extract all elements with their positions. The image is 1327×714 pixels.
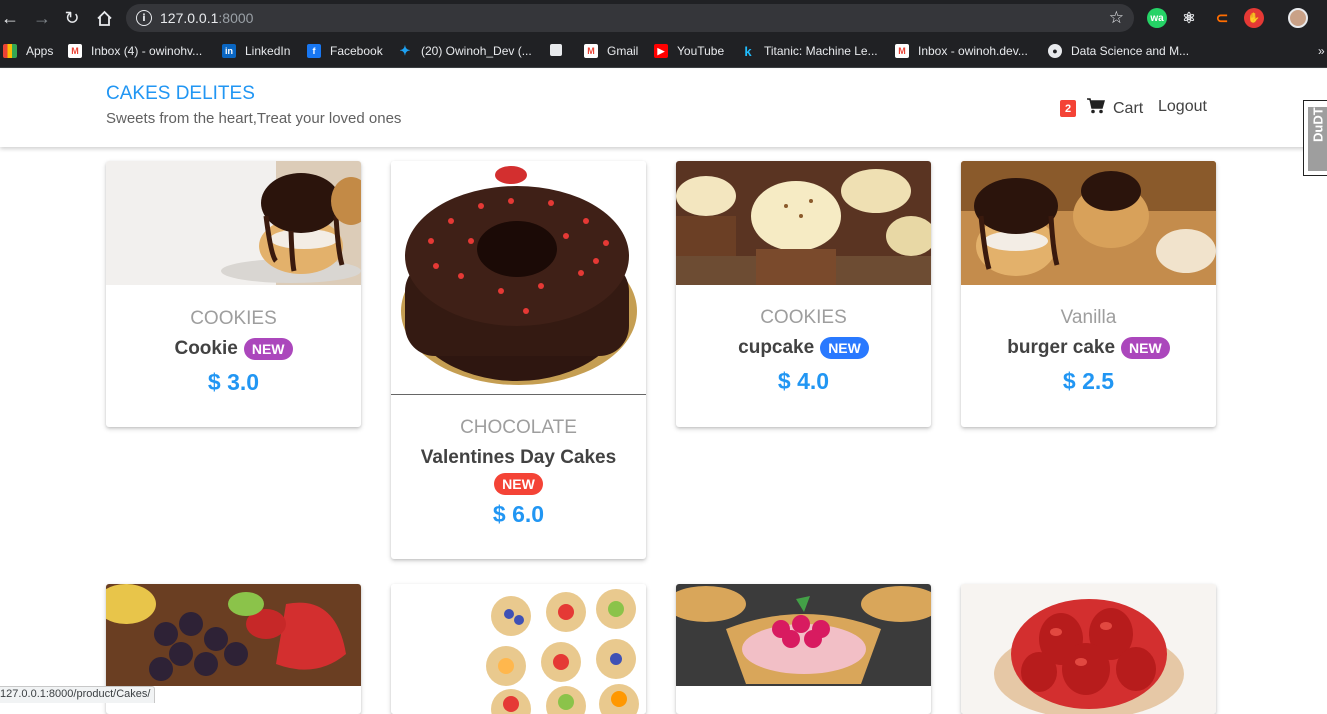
gmail-icon: M [68, 44, 82, 58]
gmail-icon: M [895, 44, 909, 58]
product-category: Vanilla [1060, 307, 1117, 328]
bookmark-gmail[interactable]: M Gmail [584, 44, 638, 58]
bookmark-facebook[interactable]: f Facebook [307, 44, 383, 58]
bookmark-apps[interactable]: Apps [3, 44, 53, 58]
bookmark-inbox-1[interactable]: M Inbox (4) - owinohv... [68, 44, 202, 58]
globe-icon: ● [1048, 44, 1062, 58]
apps-grid-icon [3, 44, 17, 58]
product-title[interactable]: cupcake NEW [738, 337, 869, 359]
home-icon[interactable] [88, 0, 120, 36]
product-price: $ 2.5 [1062, 368, 1115, 394]
product-card[interactable] [391, 584, 646, 714]
product-image-fruit-tart [106, 584, 361, 686]
reload-icon[interactable]: ↻ [56, 0, 88, 36]
product-card[interactable]: COOKIES Cookie NEW $ 3.0 [106, 161, 361, 427]
bookmark-inbox-2[interactable]: M Inbox - owinoh.dev... [895, 44, 1028, 58]
product-price: $ 4.0 [777, 368, 830, 394]
bookmarks-overflow-icon[interactable]: » [1318, 44, 1325, 58]
status-url-bar: 127.0.0.1:8000/product/Cakes/ [0, 686, 156, 703]
product-title[interactable]: Valentines Day Cakes [391, 447, 646, 469]
youtube-icon: ▶ [654, 44, 668, 58]
product-category: COOKIES [760, 307, 847, 328]
new-badge: NEW [494, 473, 543, 495]
info-icon[interactable]: i [136, 10, 152, 26]
product-price: $ 6.0 [492, 501, 545, 527]
bookmarks-bar: Apps M Inbox (4) - owinohv... in LinkedIn … [0, 36, 1327, 68]
product-image-strawberry-tart [961, 584, 1216, 714]
new-badge: NEW [1121, 337, 1170, 359]
card-body: CHOCOLATE Valentines Day Cakes NEW $ 6.0 [391, 395, 646, 528]
new-badge: NEW [820, 337, 869, 359]
card-body: COOKIES Cookie NEW $ 3.0 [106, 285, 361, 396]
site-header: CAKES DELITES Sweets from the heart,Trea… [0, 69, 1327, 147]
react-extension-icon[interactable]: ⚛ [1179, 8, 1199, 28]
product-price: $ 3.0 [207, 369, 260, 395]
bookmark-linkedin[interactable]: in LinkedIn [222, 44, 290, 58]
bookmark-twitter[interactable]: ✦ (20) Owinoh_Dev (... [398, 43, 532, 58]
cart-label: Cart [1113, 99, 1144, 117]
bookmark-star-icon[interactable]: ☆ [1109, 8, 1124, 28]
new-badge: NEW [243, 338, 293, 360]
product-category: COOKIES [190, 308, 277, 329]
profile-avatar[interactable] [1288, 8, 1308, 28]
forward-arrow-icon[interactable]: → [26, 0, 58, 36]
bookmark-data-science[interactable]: ● Data Science and M... [1048, 44, 1189, 58]
card-body: Vanilla burger cake NEW $ 2.5 [961, 285, 1216, 395]
kaggle-icon: k [744, 43, 752, 59]
gmail-icon: M [584, 44, 598, 58]
side-tab[interactable]: DuDT [1303, 100, 1327, 176]
product-card[interactable]: Vanilla burger cake NEW $ 2.5 [961, 161, 1216, 427]
product-category: CHOCOLATE [460, 417, 577, 438]
product-card[interactable]: COOKIES cupcake NEW $ 4.0 [676, 161, 931, 427]
bookmark-youtube[interactable]: ▶ YouTube [654, 44, 724, 58]
cart-link[interactable]: Cart [1087, 98, 1143, 119]
product-title[interactable]: Cookie NEW [174, 338, 293, 360]
product-image-raspberry-tart [676, 584, 931, 686]
product-image-mini-tarts [391, 584, 646, 714]
product-image-profiterole [106, 161, 361, 285]
book-icon [550, 44, 562, 56]
browser-toolbar: ← → ↻ i 127.0.0.1:8000 ☆ wa ⚛ ⊂ ✋ [0, 0, 1327, 36]
facebook-icon: f [307, 44, 321, 58]
product-title[interactable]: burger cake NEW [1007, 337, 1170, 359]
twitter-icon: ✦ [399, 43, 411, 58]
linkedin-icon: in [222, 44, 236, 58]
adblock-extension-icon[interactable]: ✋ [1244, 8, 1264, 28]
product-card[interactable] [676, 584, 931, 714]
bookmark-book[interactable] [550, 44, 571, 56]
url-text: 127.0.0.1:8000 [160, 10, 254, 26]
back-arrow-icon[interactable]: ← [0, 0, 20, 36]
logout-link[interactable]: Logout [1158, 98, 1207, 116]
product-image-bundt-cake [391, 161, 646, 395]
url-bar[interactable]: i 127.0.0.1:8000 ☆ [126, 4, 1134, 32]
bookmark-kaggle[interactable]: k Titanic: Machine Le... [741, 43, 877, 59]
product-image-profiterole [961, 161, 1216, 285]
brand-logo[interactable]: CAKES DELITES [106, 83, 255, 105]
orange-extension-icon[interactable]: ⊂ [1212, 8, 1232, 28]
product-card[interactable]: CHOCOLATE Valentines Day Cakes NEW $ 6.0 [391, 161, 646, 559]
product-card[interactable] [961, 584, 1216, 714]
shopping-cart-icon [1087, 98, 1105, 119]
tagline: Sweets from the heart,Treat your loved o… [106, 110, 402, 127]
cart-count-badge: 2 [1060, 100, 1076, 117]
card-body: COOKIES cupcake NEW $ 4.0 [676, 285, 931, 395]
whatsapp-extension-icon[interactable]: wa [1147, 8, 1167, 28]
product-image-cupcakes [676, 161, 931, 285]
